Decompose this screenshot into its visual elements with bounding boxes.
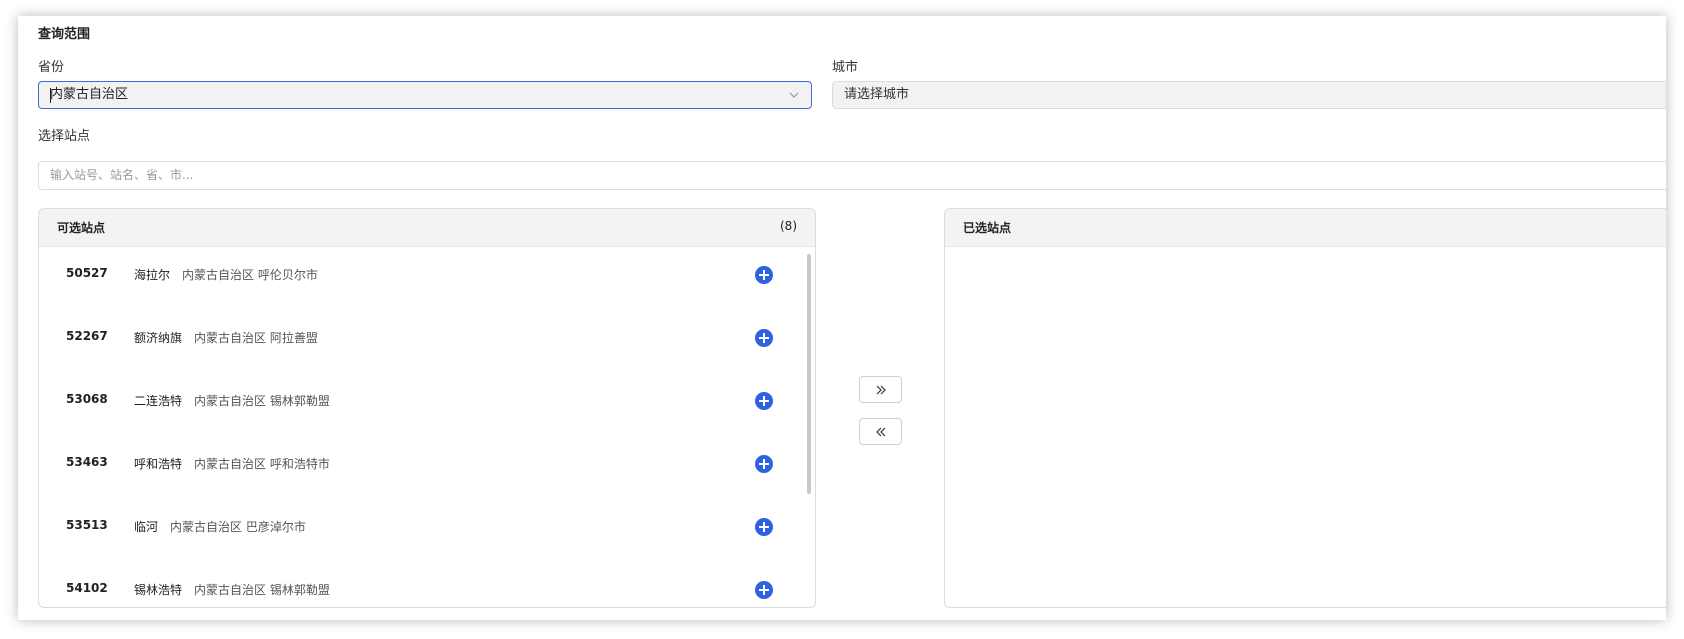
station-code: 53463 bbox=[66, 455, 108, 469]
selected-list-header: 已选站点 bbox=[945, 209, 1666, 247]
screen: 查询范围 省份 内蒙古自治区 城市 请选择城市 选择站点 输入站号、站名、省、市… bbox=[0, 0, 1684, 639]
chevron-down-icon bbox=[789, 92, 799, 98]
plus-circle-icon[interactable] bbox=[755, 518, 773, 536]
list-scrollbar[interactable] bbox=[807, 254, 811, 494]
double-chevron-right-icon bbox=[876, 385, 886, 395]
station-name: 锡林浩特 bbox=[134, 583, 183, 597]
available-count: (8) bbox=[780, 219, 797, 233]
plus-circle-icon[interactable] bbox=[755, 329, 773, 347]
station-name: 呼和浩特 bbox=[134, 457, 183, 471]
station-name: 二连浩特 bbox=[134, 394, 183, 408]
station-name: 额济纳旗 bbox=[134, 331, 183, 345]
plus-circle-icon[interactable] bbox=[755, 392, 773, 410]
text-caret bbox=[50, 88, 51, 103]
query-panel: 查询范围 省份 内蒙古自治区 城市 请选择城市 选择站点 输入站号、站名、省、市… bbox=[18, 16, 1666, 620]
station-search-placeholder: 输入站号、站名、省、市... bbox=[50, 168, 194, 182]
province-label: 省份 bbox=[38, 60, 65, 75]
station-code: 54102 bbox=[66, 581, 108, 595]
city-placeholder: 请选择城市 bbox=[844, 87, 910, 102]
available-list-title: 可选站点 bbox=[57, 221, 106, 235]
available-list-header: 可选站点 (8) bbox=[39, 209, 815, 247]
station-code: 50527 bbox=[66, 266, 108, 280]
list-item[interactable]: 53513 临河 内蒙古自治区 巴彦淖尔市 bbox=[39, 499, 815, 562]
move-left-button[interactable] bbox=[859, 418, 902, 445]
station-region: 内蒙古自治区 锡林郭勒盟 bbox=[194, 394, 330, 408]
plus-circle-icon[interactable] bbox=[755, 266, 773, 284]
station-region: 内蒙古自治区 锡林郭勒盟 bbox=[194, 583, 330, 597]
list-item[interactable]: 52267 额济纳旗 内蒙古自治区 阿拉善盟 bbox=[39, 310, 815, 373]
list-item[interactable]: 53463 呼和浩特 内蒙古自治区 呼和浩特市 bbox=[39, 436, 815, 499]
station-search-input[interactable]: 输入站号、站名、省、市... bbox=[38, 161, 1666, 190]
station-code: 53513 bbox=[66, 518, 108, 532]
station-region: 内蒙古自治区 阿拉善盟 bbox=[194, 331, 318, 345]
station-region: 内蒙古自治区 呼和浩特市 bbox=[194, 457, 330, 471]
double-chevron-left-icon bbox=[876, 427, 886, 437]
list-item[interactable]: 53068 二连浩特 内蒙古自治区 锡林郭勒盟 bbox=[39, 373, 815, 436]
section-title: 查询范围 bbox=[38, 27, 91, 42]
station-region: 内蒙古自治区 呼伦贝尔市 bbox=[182, 268, 318, 282]
province-select[interactable]: 内蒙古自治区 bbox=[38, 81, 812, 109]
city-label: 城市 bbox=[832, 60, 859, 75]
plus-circle-icon[interactable] bbox=[755, 455, 773, 473]
station-code: 52267 bbox=[66, 329, 108, 343]
station-name: 海拉尔 bbox=[134, 268, 171, 282]
move-right-button[interactable] bbox=[859, 376, 902, 403]
province-value: 内蒙古自治区 bbox=[50, 87, 129, 102]
selected-station-list: 已选站点 bbox=[944, 208, 1666, 608]
plus-circle-icon[interactable] bbox=[755, 581, 773, 599]
station-name: 临河 bbox=[134, 520, 159, 534]
station-label: 选择站点 bbox=[38, 129, 91, 144]
station-code: 53068 bbox=[66, 392, 108, 406]
list-item[interactable]: 50527 海拉尔 内蒙古自治区 呼伦贝尔市 bbox=[39, 247, 815, 310]
list-item[interactable]: 54102 锡林浩特 内蒙古自治区 锡林郭勒盟 bbox=[39, 562, 815, 607]
station-region: 内蒙古自治区 巴彦淖尔市 bbox=[170, 520, 306, 534]
selected-list-title: 已选站点 bbox=[963, 221, 1012, 235]
available-station-list: 可选站点 (8) 50527 海拉尔 内蒙古自治区 呼伦贝尔市 52267 额济纳… bbox=[38, 208, 816, 608]
city-select[interactable]: 请选择城市 bbox=[832, 81, 1666, 109]
